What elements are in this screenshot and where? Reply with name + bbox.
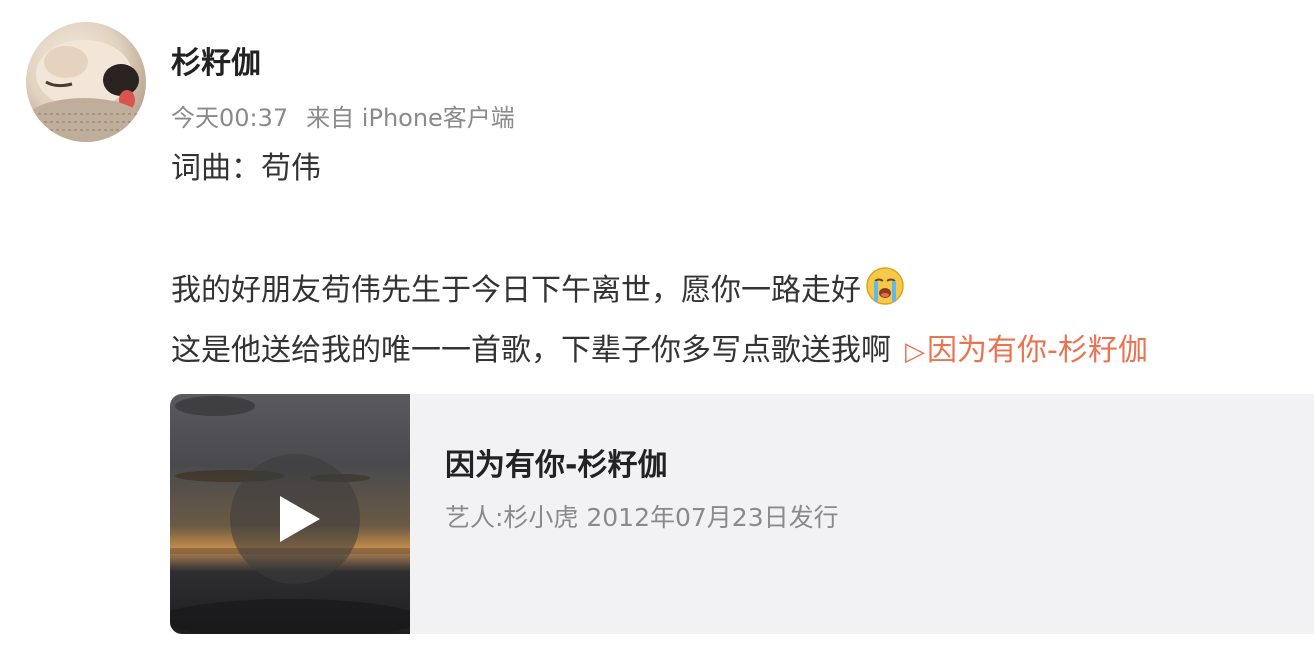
song-info: 艺人:杉小虎 2012年07月23日发行 xyxy=(445,503,839,532)
avatar[interactable] xyxy=(26,22,146,142)
song-title[interactable]: 因为有你-杉籽伽 xyxy=(445,446,667,486)
post-text-line: 词曲：苟伟 xyxy=(171,151,321,186)
post-text-line: 这是他送给我的唯一一首歌，下辈子你多写点歌送我啊 ▷因为有你-杉籽伽 xyxy=(171,331,1148,372)
post-meta: 今天00:37 来自 iPhone客户端 xyxy=(171,102,515,134)
author-name[interactable]: 杉籽伽 xyxy=(171,44,261,84)
music-card[interactable]: 因为有你-杉籽伽 艺人:杉小虎 2012年07月23日发行 xyxy=(170,394,1314,634)
music-link-label: 因为有你-杉籽伽 xyxy=(927,333,1148,368)
crying-face-icon xyxy=(865,266,905,317)
dog-avatar-image xyxy=(26,40,146,142)
post-text-content: 这是他送给我的唯一一首歌，下辈子你多写点歌送我啊 xyxy=(171,333,891,368)
play-icon xyxy=(280,496,320,542)
album-cover xyxy=(170,394,410,634)
play-triangle-icon: ▷ xyxy=(905,337,925,367)
post-text-line: 我的好朋友苟伟先生于今日下午离世，愿你一路走好 xyxy=(171,266,905,317)
play-button[interactable] xyxy=(230,454,360,584)
music-link[interactable]: ▷因为有你-杉籽伽 xyxy=(905,333,1148,368)
post-source: 来自 iPhone客户端 xyxy=(306,104,515,132)
post-time[interactable]: 今天00:37 xyxy=(171,104,288,132)
post-text-content: 我的好朋友苟伟先生于今日下午离世，愿你一路走好 xyxy=(171,273,861,308)
